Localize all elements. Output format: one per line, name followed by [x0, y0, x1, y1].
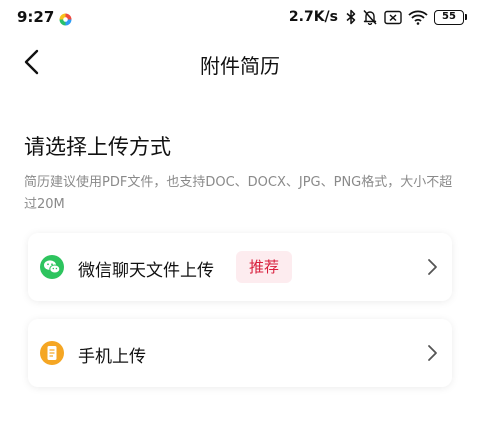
- wechat-upload-option[interactable]: 微信聊天文件上传 推荐: [28, 233, 452, 301]
- network-speed: 2.7K/s: [288, 9, 338, 25]
- page-title: 附件简历: [200, 54, 280, 78]
- mute-icon: [363, 10, 377, 25]
- app-notification-icon: [59, 11, 72, 26]
- status-time: 9:27: [17, 8, 55, 26]
- battery-icon: 55: [434, 9, 467, 25]
- status-bar: 9:27 2.7K/s 55: [0, 0, 480, 34]
- phone-upload-label: 手机上传: [78, 347, 146, 367]
- header: 附件简历: [0, 40, 480, 84]
- phone-upload-option[interactable]: 手机上传: [28, 319, 452, 387]
- section-description: 简历建议使用PDF文件，也支持DOC、DOCX、JPG、PNG格式，大小不超过2…: [24, 175, 453, 212]
- bluetooth-icon: [346, 9, 356, 25]
- wechat-icon: [40, 255, 64, 279]
- section-title: 请选择上传方式: [24, 135, 171, 159]
- chevron-right-icon: [428, 345, 437, 361]
- chevron-right-icon: [428, 259, 437, 275]
- recommended-badge: 推荐: [236, 251, 293, 283]
- phone-file-icon: [40, 341, 64, 365]
- wechat-upload-label: 微信聊天文件上传: [78, 261, 214, 281]
- status-icons: 2.7K/s 55: [288, 7, 467, 27]
- wifi-icon: [408, 10, 428, 25]
- sim-off-icon: [384, 10, 402, 24]
